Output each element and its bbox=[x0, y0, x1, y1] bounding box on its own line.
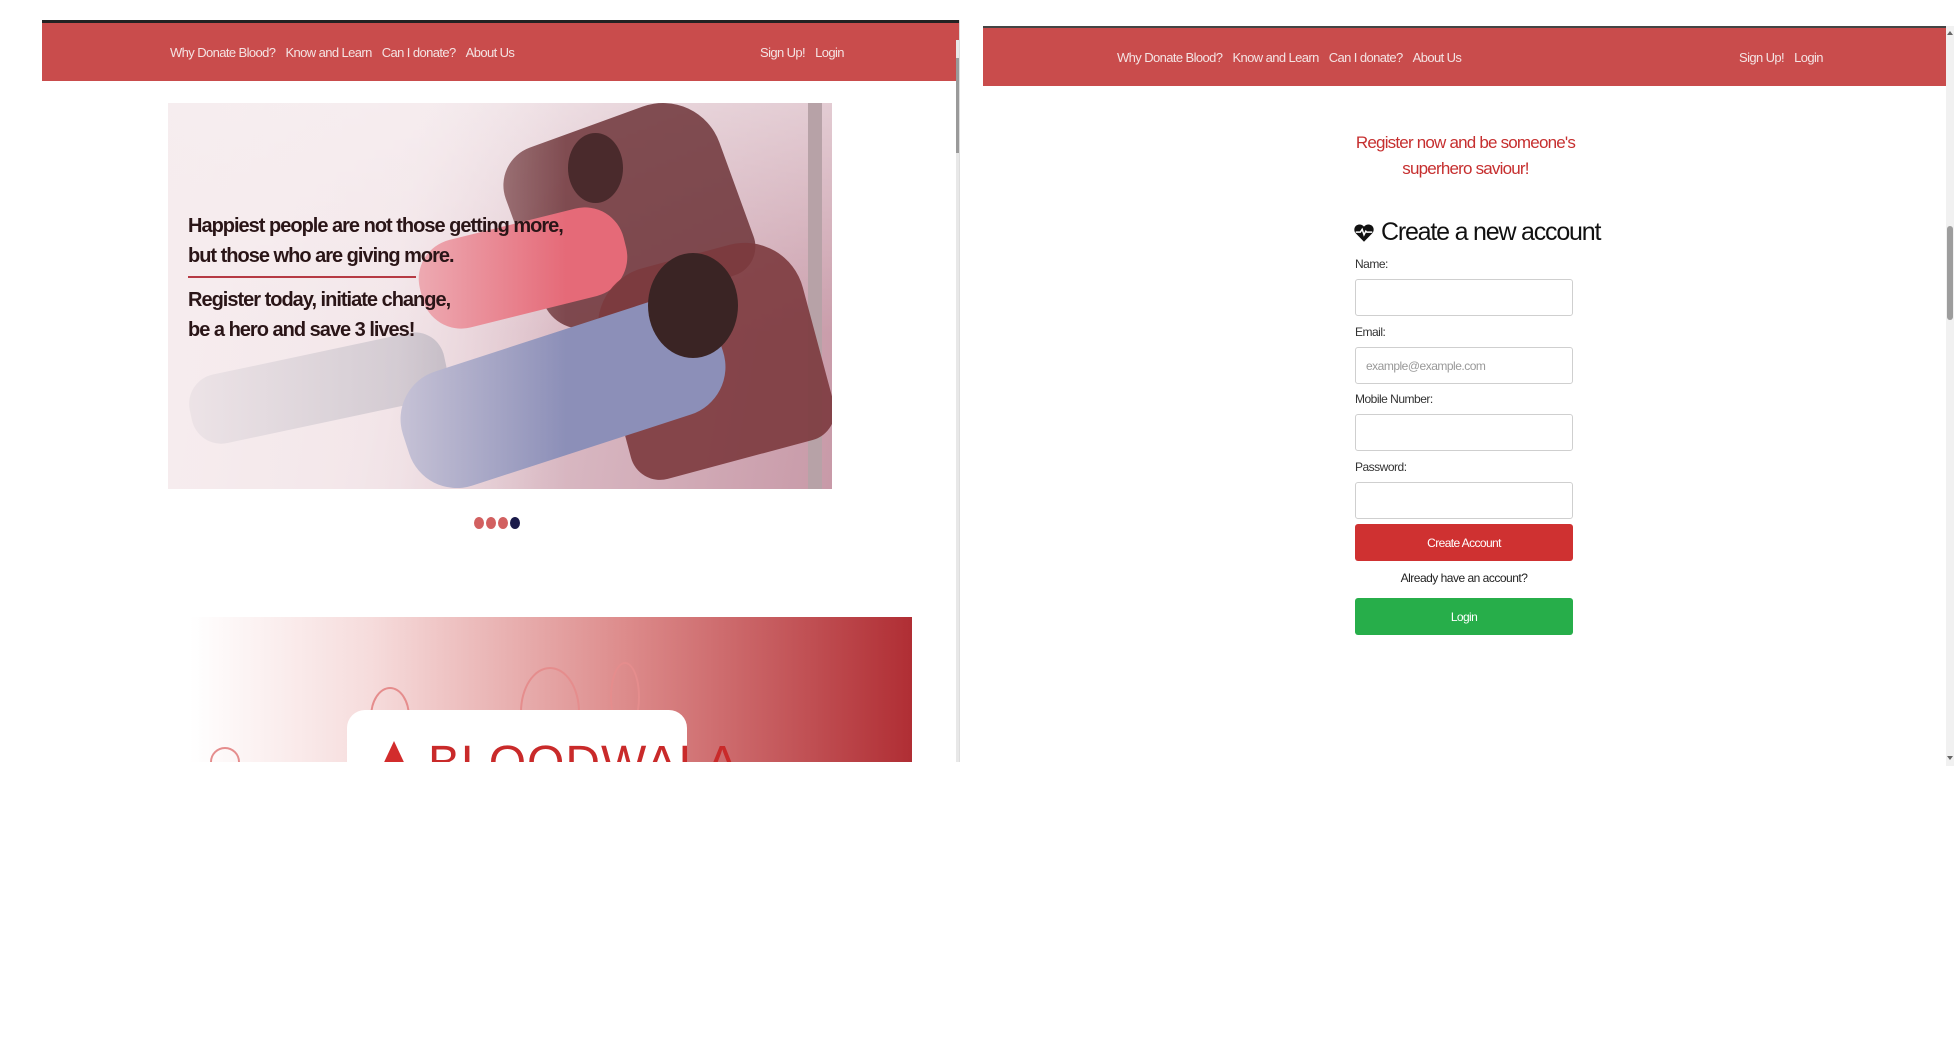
nav-link-why-donate[interactable]: Why Donate Blood? bbox=[170, 45, 276, 60]
nav-link-know-and-learn[interactable]: Know and Learn bbox=[1232, 50, 1319, 65]
register-form-title: Create a new account bbox=[1353, 218, 1601, 247]
register-tagline-line-1: Register now and be someone's bbox=[1355, 133, 1576, 152]
nav-link-sign-up[interactable]: Sign Up! bbox=[1739, 50, 1785, 65]
banner-ecg-decoration bbox=[210, 747, 240, 762]
register-tagline: Register now and be someone's superhero … bbox=[1333, 130, 1598, 182]
nav-link-login[interactable]: Login bbox=[815, 45, 844, 60]
hero-cta-line-2: be a hero and save 3 lives! bbox=[188, 319, 415, 341]
banner-logo-card: BLOODWALA bbox=[347, 710, 738, 762]
nav-link-about-us[interactable]: About Us bbox=[1413, 50, 1462, 65]
hero-cta-line-1: Register today, initiate change, bbox=[188, 289, 451, 311]
login-button[interactable]: Login bbox=[1355, 598, 1573, 635]
hero-carousel-slide: Happiest people are not those getting mo… bbox=[168, 103, 832, 489]
mobile-number-input[interactable] bbox=[1355, 414, 1573, 451]
register-form-title-text: Create a new account bbox=[1381, 218, 1601, 246]
nav-link-login[interactable]: Login bbox=[1794, 50, 1823, 65]
screenshot-divider bbox=[959, 20, 960, 762]
email-label: Email: bbox=[1355, 325, 1386, 339]
hero-quote-line-1: Happiest people are not those getting mo… bbox=[188, 215, 564, 237]
carousel-dot-2[interactable] bbox=[486, 517, 496, 529]
scroll-up-arrow-icon[interactable] bbox=[1947, 31, 1953, 35]
home-page-screenshot: Why Donate Blood? Know and Learn Can I d… bbox=[42, 20, 959, 762]
password-label: Password: bbox=[1355, 460, 1407, 474]
navbar: Why Donate Blood? Know and Learn Can I d… bbox=[42, 23, 959, 81]
scroll-down-arrow-icon[interactable] bbox=[1947, 756, 1953, 760]
carousel-dot-4[interactable] bbox=[510, 517, 520, 529]
hero-quote-line-2: but those who are giving more. bbox=[188, 245, 455, 267]
hero-quote: Happiest people are not those getting mo… bbox=[188, 211, 564, 271]
nav-main-links: Why Donate Blood? Know and Learn Can I d… bbox=[170, 45, 515, 60]
heartbeat-icon bbox=[1354, 223, 1374, 242]
nav-main-links: Why Donate Blood? Know and Learn Can I d… bbox=[1117, 50, 1462, 65]
password-input[interactable] bbox=[1355, 482, 1573, 519]
carousel-dot-1[interactable] bbox=[474, 517, 484, 529]
blood-drop-icon bbox=[379, 741, 409, 762]
name-label: Name: bbox=[1355, 257, 1388, 271]
right-scrollbar[interactable] bbox=[1946, 26, 1954, 766]
nav-link-sign-up[interactable]: Sign Up! bbox=[760, 45, 806, 60]
hero-divider bbox=[188, 276, 416, 278]
mobile-number-label: Mobile Number: bbox=[1355, 392, 1433, 406]
register-tagline-line-2: superhero saviour! bbox=[1402, 159, 1529, 178]
register-page-screenshot: Why Donate Blood? Know and Learn Can I d… bbox=[983, 26, 1954, 766]
nav-link-about-us[interactable]: About Us bbox=[466, 45, 515, 60]
nav-auth-links: Sign Up! Login bbox=[760, 45, 844, 60]
create-account-button[interactable]: Create Account bbox=[1355, 524, 1573, 561]
nav-link-why-donate[interactable]: Why Donate Blood? bbox=[1117, 50, 1223, 65]
navbar: Why Donate Blood? Know and Learn Can I d… bbox=[983, 28, 1946, 86]
nav-auth-links: Sign Up! Login bbox=[1739, 50, 1823, 65]
carousel-dot-3[interactable] bbox=[498, 517, 508, 529]
carousel-indicators bbox=[474, 517, 520, 529]
nav-link-know-and-learn[interactable]: Know and Learn bbox=[285, 45, 372, 60]
nav-link-can-i-donate[interactable]: Can I donate? bbox=[382, 45, 456, 60]
bloodwala-banner: BLOODWALA bbox=[190, 617, 912, 762]
right-scrollbar-thumb[interactable] bbox=[1947, 226, 1953, 320]
hero-call-to-action: Register today, initiate change, be a he… bbox=[188, 285, 451, 345]
email-input[interactable] bbox=[1355, 347, 1573, 384]
already-have-account-text: Already have an account? bbox=[1400, 571, 1528, 585]
banner-brand-name: BLOODWALA bbox=[428, 740, 739, 763]
name-input[interactable] bbox=[1355, 279, 1573, 316]
nav-link-can-i-donate[interactable]: Can I donate? bbox=[1329, 50, 1403, 65]
